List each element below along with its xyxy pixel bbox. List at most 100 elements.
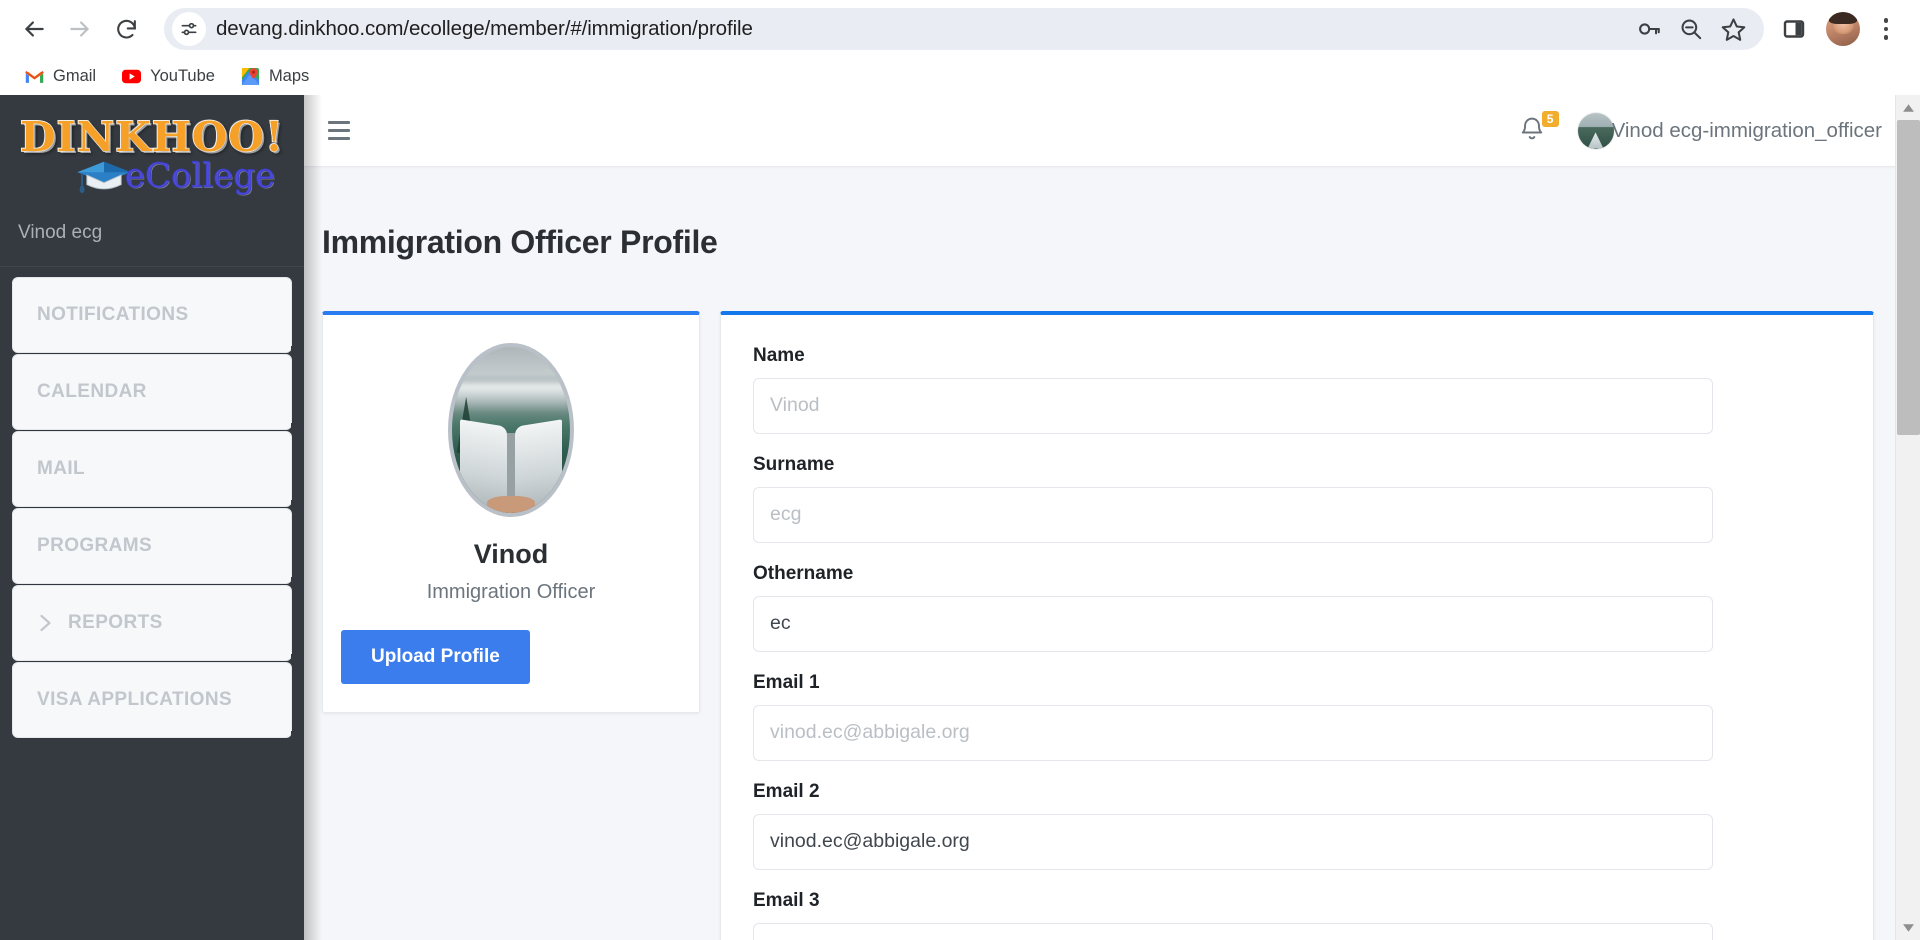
field-name: Name xyxy=(753,345,1873,434)
logo-subtitle-row: eCollege xyxy=(60,156,288,196)
site-settings-button[interactable] xyxy=(172,12,206,46)
sidebar-item-label: CALENDAR xyxy=(37,381,147,402)
browser-scrollbar[interactable] xyxy=(1895,95,1920,940)
notifications-button[interactable]: 5 xyxy=(1518,110,1559,148)
bookmark-gmail[interactable]: Gmail xyxy=(16,63,105,91)
chevron-right-icon xyxy=(37,612,54,634)
forward-button[interactable] xyxy=(60,9,100,49)
reload-button[interactable] xyxy=(106,9,146,49)
zoom-out-icon xyxy=(1681,19,1702,40)
upload-profile-button[interactable]: Upload Profile xyxy=(341,629,530,684)
sidebar-item-label: REPORTS xyxy=(68,612,163,633)
chrome-menu-button[interactable] xyxy=(1866,9,1906,49)
main-area: 5 Vinod ecg-immigration_officer Immigrat… xyxy=(304,95,1920,940)
star-icon xyxy=(1721,17,1745,41)
browser-chrome: devang.dinkhoo.com/ecollege/member/#/imm… xyxy=(0,0,1920,95)
gmail-icon xyxy=(25,67,44,86)
profile-name: Vinod xyxy=(473,538,549,569)
avatar xyxy=(1577,112,1614,149)
three-dot-menu-icon xyxy=(1883,18,1889,23)
topbar-user-menu[interactable]: Vinod ecg-immigration_officer xyxy=(1577,112,1882,149)
field-email-2: Email 2 xyxy=(753,781,1873,870)
photo-mist xyxy=(452,383,570,414)
email-1-input[interactable] xyxy=(753,704,1713,761)
app-sidebar: DINKHOO! eCollege Vinod ecg NOTIFICATION… xyxy=(0,95,304,940)
browser-navigation-bar: devang.dinkhoo.com/ecollege/member/#/imm… xyxy=(0,0,1920,58)
field-label: Othername xyxy=(753,562,854,584)
topbar-right: 5 Vinod ecg-immigration_officer xyxy=(1518,110,1920,149)
side-panel-button[interactable] xyxy=(1774,9,1814,49)
sidebar-nav: NOTIFICATIONS CALENDAR MAIL PROGRAMS REP… xyxy=(0,267,304,739)
youtube-icon xyxy=(122,67,142,86)
sidebar-item-notifications[interactable]: NOTIFICATIONS xyxy=(12,277,303,354)
scroll-down-button[interactable] xyxy=(1896,915,1920,940)
three-dot-menu-icon xyxy=(1883,35,1889,40)
field-label: Name xyxy=(753,344,805,366)
page-viewport: DINKHOO! eCollege Vinod ecg NOTIFICATION… xyxy=(0,95,1920,940)
field-surname: Surname xyxy=(753,454,1873,543)
sidebar-item-calendar[interactable]: CALENDAR xyxy=(12,354,303,431)
sidebar-item-label: PROGRAMS xyxy=(37,535,153,556)
name-input[interactable] xyxy=(753,377,1713,434)
chrome-toolbar-right xyxy=(1774,9,1906,49)
hamburger-icon xyxy=(328,129,350,132)
reload-icon xyxy=(116,19,136,38)
hamburger-icon xyxy=(328,121,350,124)
sidebar-item-programs[interactable]: PROGRAMS xyxy=(12,508,303,585)
app-topbar: 5 Vinod ecg-immigration_officer xyxy=(304,95,1920,167)
sidebar-item-label: NOTIFICATIONS xyxy=(37,304,189,325)
app-logo[interactable]: DINKHOO! eCollege xyxy=(0,95,304,196)
bookmark-label: Maps xyxy=(268,67,310,85)
bookmark-maps[interactable]: Maps xyxy=(232,63,318,91)
field-othername: Othername xyxy=(753,563,1873,652)
page-content: Immigration Officer Profile Vinod Immigr… xyxy=(304,167,1920,940)
sidebar-item-reports[interactable]: REPORTS xyxy=(12,585,303,662)
arrow-left-icon xyxy=(25,21,44,37)
bookmark-youtube[interactable]: YouTube xyxy=(113,63,224,91)
scroll-up-button[interactable] xyxy=(1896,95,1920,120)
field-label: Email 3 xyxy=(753,889,820,911)
bookmarks-bar: Gmail YouTube Maps xyxy=(0,58,1920,95)
address-bar[interactable]: devang.dinkhoo.com/ecollege/member/#/imm… xyxy=(164,8,1764,50)
email-3-input[interactable] xyxy=(753,922,1713,940)
photo-hands xyxy=(487,496,535,513)
topbar-username: Vinod ecg-immigration_officer xyxy=(1611,118,1882,142)
back-button[interactable] xyxy=(14,9,54,49)
field-label: Email 2 xyxy=(753,780,820,802)
omnibox-actions xyxy=(1628,8,1754,50)
field-label: Surname xyxy=(753,453,835,475)
zoom-button[interactable] xyxy=(1670,8,1712,50)
bookmark-label: Gmail xyxy=(53,67,97,85)
sidebar-item-visa-applications[interactable]: VISA APPLICATIONS xyxy=(12,662,303,739)
logo-title: DINKHOO! xyxy=(19,113,284,161)
browser-scrollbar-thumb[interactable] xyxy=(1897,120,1920,435)
notification-count-badge: 5 xyxy=(1541,110,1559,127)
sidebar-toggle-button[interactable] xyxy=(328,117,356,145)
chevron-up-icon xyxy=(1903,103,1914,112)
field-email-1: Email 1 xyxy=(753,672,1873,761)
page-title: Immigration Officer Profile xyxy=(322,224,718,261)
arrow-right-icon xyxy=(70,21,89,37)
field-email-3: Email 3 xyxy=(753,890,1873,940)
logo-subtitle: eCollege xyxy=(124,156,276,196)
password-manager-button[interactable] xyxy=(1628,8,1670,50)
field-label: Email 1 xyxy=(753,671,820,693)
profile-role: Immigration Officer xyxy=(426,580,596,603)
profile-photo[interactable] xyxy=(448,342,574,517)
profile-summary-card: Vinod Immigration Officer Upload Profile xyxy=(322,310,700,713)
profile-layout: Vinod Immigration Officer Upload Profile… xyxy=(304,283,1920,940)
url-text[interactable]: devang.dinkhoo.com/ecollege/member/#/imm… xyxy=(216,17,1628,41)
surname-input[interactable] xyxy=(753,486,1713,543)
profile-form-card: Name Surname Othername Email 1 xyxy=(720,310,1874,940)
chevron-down-icon xyxy=(1903,923,1914,932)
othername-input[interactable] xyxy=(753,595,1713,652)
bookmark-button[interactable] xyxy=(1712,8,1754,50)
google-maps-icon xyxy=(241,67,260,86)
sidebar-item-mail[interactable]: MAIL xyxy=(12,431,303,508)
chrome-profile-avatar[interactable] xyxy=(1826,12,1860,46)
sidebar-item-label: VISA APPLICATIONS xyxy=(37,689,233,710)
hamburger-icon xyxy=(328,137,350,140)
email-2-input[interactable] xyxy=(753,813,1713,870)
three-dot-menu-icon xyxy=(1883,26,1889,32)
bookmark-label: YouTube xyxy=(150,67,215,85)
